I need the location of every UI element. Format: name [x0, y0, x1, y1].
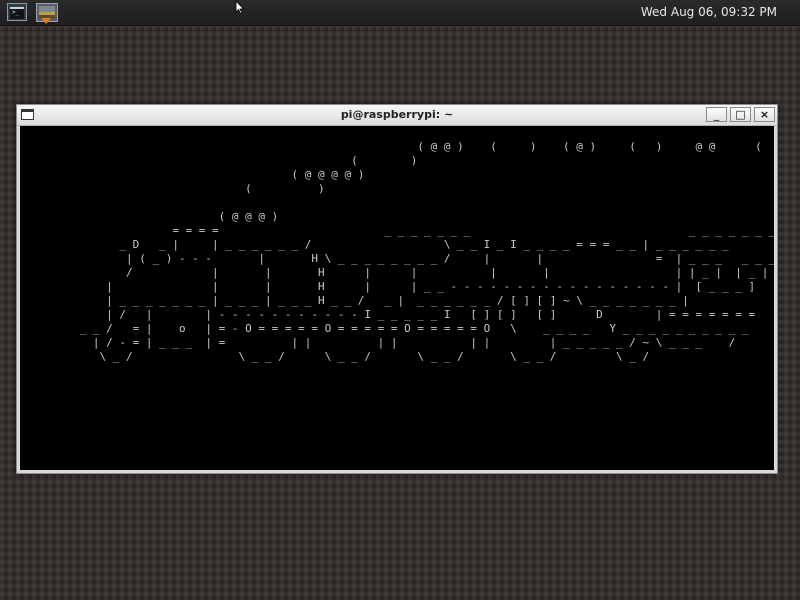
- terminal-output-area[interactable]: ( @ @ ) ( ) ( @ ) ( ) @ @ ( ( ) ( @ @ @ …: [20, 126, 774, 470]
- maximize-button[interactable]: □: [730, 107, 751, 122]
- minimize-button[interactable]: _: [706, 107, 727, 122]
- terminal-launcher-icon[interactable]: >_: [7, 3, 27, 21]
- top-panel: >_ Wed Aug 06, 09:32 PM: [0, 0, 800, 26]
- window-title: pi@raspberrypi: ~: [340, 108, 454, 121]
- steam-locomotive-ascii-art: ( @ @ ) ( ) ( @ ) ( ) @ @ ( ( ) ( @ @ @ …: [79, 140, 774, 363]
- panel-clock[interactable]: Wed Aug 06, 09:32 PM: [641, 5, 777, 19]
- active-task-indicator-icon: [41, 18, 51, 24]
- mouse-cursor-icon: [235, 0, 245, 14]
- close-button[interactable]: ×: [754, 107, 775, 122]
- window-titlebar[interactable]: pi@raspberrypi: ~ _ □ ×: [17, 105, 777, 126]
- terminal-window[interactable]: pi@raspberrypi: ~ _ □ × ( @ @ ) ( ) ( @ …: [16, 104, 778, 474]
